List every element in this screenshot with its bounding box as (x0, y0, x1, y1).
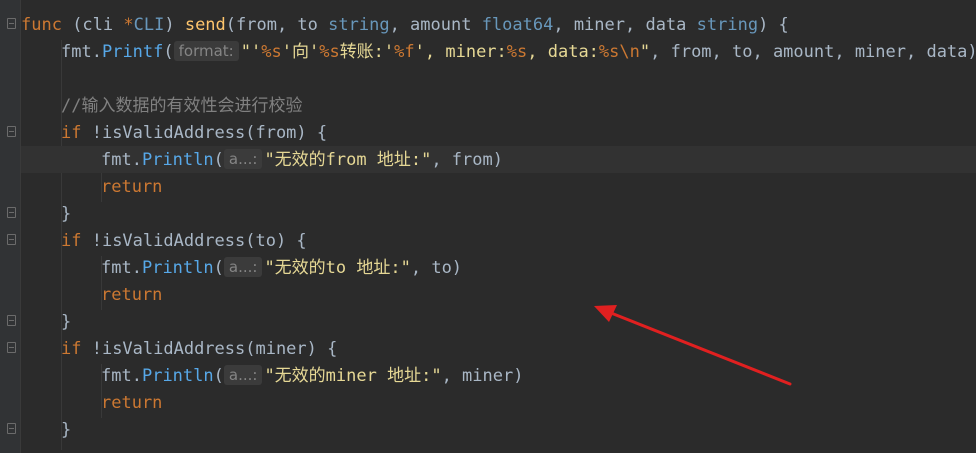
code-text: ( (163, 42, 174, 62)
code-text: ( (213, 366, 224, 386)
code-line[interactable]: return (21, 390, 976, 417)
package-name: fmt (101, 150, 132, 170)
format-verb: %s (506, 42, 528, 62)
code-line[interactable]: return (21, 282, 976, 309)
code-text: } (61, 312, 72, 332)
fold-marker-icon[interactable] (7, 207, 16, 218)
code-line[interactable]: } (21, 309, 976, 336)
parameter-hint: format: (173, 41, 239, 61)
code-line[interactable]: fmt.Printf(format: "'%s'向'%s转账:'%f', mine… (21, 39, 976, 66)
code-text: . (91, 42, 102, 62)
code-text: !isValidAddress(to) { (81, 231, 307, 251)
code-line[interactable]: //输入数据的有效性会进行校验 (21, 93, 976, 120)
parameter-hint: a...: (223, 149, 263, 169)
code-text: , to) (410, 258, 463, 278)
code-text: , from, to, amount, miner, data) (650, 42, 976, 62)
code-text: , amount (389, 15, 482, 35)
code-text: !isValidAddress(from) { (81, 123, 328, 143)
format-verb: %s (261, 42, 282, 62)
method-name: Printf (101, 42, 164, 62)
method-name: Println (141, 258, 214, 278)
string-literal: , data: (527, 42, 599, 62)
editor-gutter (0, 0, 20, 453)
string-literal: "' (240, 42, 262, 62)
code-line[interactable]: func (cli *CLI) send(from, to string, am… (21, 12, 976, 39)
code-text: ) (164, 15, 185, 35)
code-line[interactable]: fmt.Println(a...: "无效的to 地址:", to) (21, 255, 976, 282)
code-line-empty[interactable] (21, 66, 976, 93)
parameter-hint: a...: (223, 257, 263, 277)
code-text: . (131, 150, 142, 170)
parameter-hint: a...: (223, 365, 263, 385)
keyword: return (101, 177, 163, 197)
keyword: if (61, 123, 82, 143)
type-name: string (696, 15, 759, 35)
code-text: !isValidAddress(miner) { (81, 339, 338, 359)
code-text: , miner) (441, 366, 524, 386)
type-name: float64 (481, 15, 554, 35)
code-text: } (61, 204, 72, 224)
code-line[interactable]: fmt.Println(a...: "无效的from 地址:", from) (21, 147, 976, 174)
code-text: (cli (61, 15, 124, 35)
code-line[interactable]: return (21, 174, 976, 201)
keyword: return (101, 285, 163, 305)
method-name: Println (141, 366, 214, 386)
package-name: fmt (101, 258, 132, 278)
format-verb: %s\n (598, 42, 640, 62)
string-literal: "无效的miner 地址:" (264, 366, 442, 386)
code-editor[interactable]: func (cli *CLI) send(from, to string, am… (21, 12, 976, 444)
code-line[interactable]: if !isValidAddress(miner) { (21, 336, 976, 363)
code-comment: //输入数据的有效性会进行校验 (61, 96, 303, 116)
fold-marker-icon[interactable] (7, 18, 16, 29)
package-name: fmt (61, 42, 92, 62)
pointer-symbol: * (123, 15, 134, 35)
code-text: . (131, 366, 142, 386)
code-text: ( (213, 150, 224, 170)
fold-marker-icon[interactable] (7, 126, 16, 137)
string-literal: "无效的to 地址:" (264, 258, 411, 278)
code-text: } (61, 420, 72, 440)
code-line[interactable]: if !isValidAddress(from) { (21, 120, 976, 147)
string-literal: ', miner: (414, 42, 507, 62)
string-literal: 转账:' (339, 42, 395, 62)
keyword: return (101, 393, 163, 413)
fold-marker-icon[interactable] (7, 423, 16, 434)
fold-marker-icon[interactable] (7, 234, 16, 245)
format-verb: %s (319, 42, 340, 62)
keyword: func (21, 15, 62, 35)
code-text: (from, to (225, 15, 329, 35)
code-text: , from) (431, 150, 503, 170)
format-verb: %f (394, 42, 415, 62)
code-text: , miner, data (553, 15, 697, 35)
fold-marker-icon[interactable] (7, 342, 16, 353)
type-name: CLI (133, 15, 165, 35)
fold-marker-icon[interactable] (7, 315, 16, 326)
code-line[interactable]: if !isValidAddress(to) { (21, 228, 976, 255)
code-text: ) { (758, 15, 789, 35)
keyword: if (61, 231, 82, 251)
string-literal: " (639, 42, 651, 62)
code-text: . (131, 258, 142, 278)
method-name: Println (141, 150, 214, 170)
string-literal: "无效的from 地址:" (264, 150, 432, 170)
code-text: ( (213, 258, 224, 278)
code-line[interactable]: } (21, 201, 976, 228)
function-name: send (184, 15, 226, 35)
code-line[interactable]: } (21, 417, 976, 444)
package-name: fmt (101, 366, 132, 386)
type-name: string (328, 15, 390, 35)
keyword: if (61, 339, 82, 359)
code-line[interactable]: fmt.Println(a...: "无效的miner 地址:", miner) (21, 363, 976, 390)
string-literal: '向' (281, 42, 320, 62)
